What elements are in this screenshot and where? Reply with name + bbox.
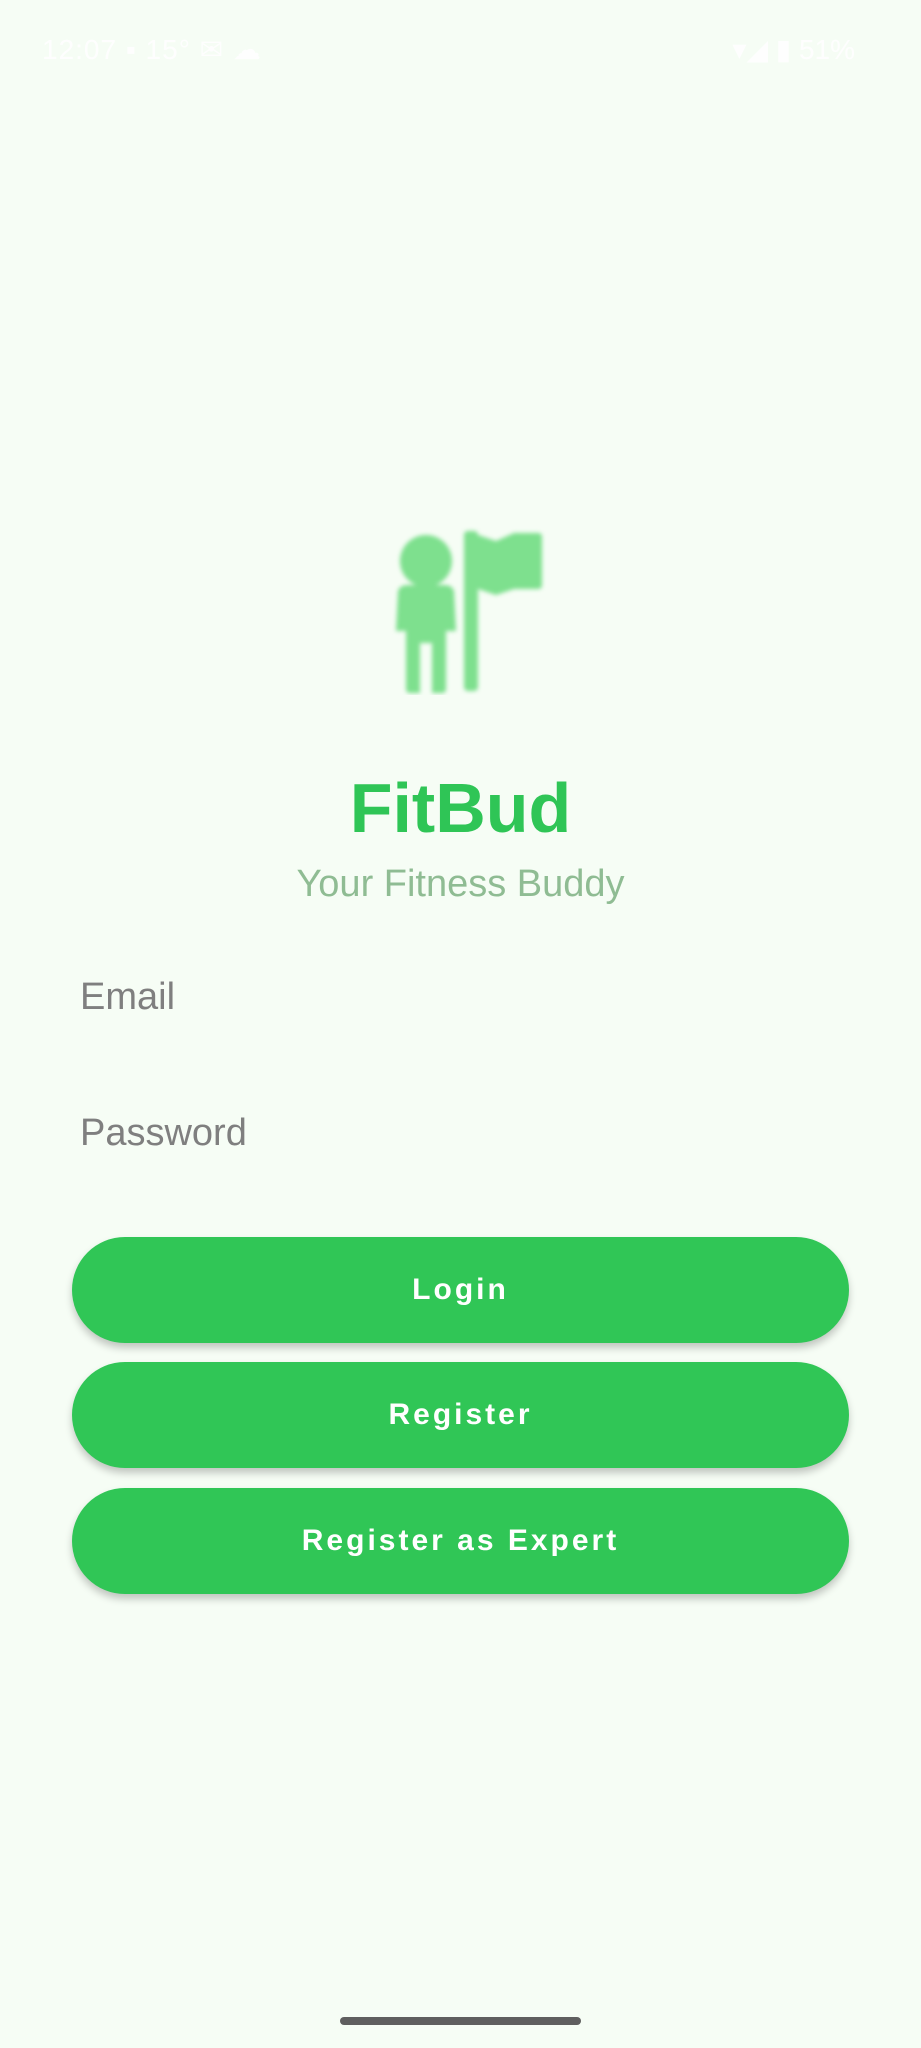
home-indicator[interactable] — [340, 2017, 581, 2025]
app-tagline: Your Fitness Buddy — [296, 863, 625, 905]
status-bar: 12:07 ▪ 15° ✉ ☁ ▾◢ ▮ 51% — [0, 0, 921, 100]
status-bar-left: 12:07 ▪ 15° ✉ ☁ — [42, 34, 262, 65]
login-button[interactable]: Login — [72, 1237, 849, 1343]
email-field[interactable] — [72, 952, 849, 1042]
register-expert-button[interactable]: Register as Expert — [72, 1488, 849, 1594]
app-logo — [378, 525, 548, 695]
person-with-flag-icon — [396, 531, 542, 693]
status-bar-right: ▾◢ ▮ 51% — [732, 34, 855, 65]
register-button[interactable]: Register — [72, 1362, 849, 1468]
app-title: FitBud — [349, 769, 572, 847]
password-field[interactable] — [72, 1088, 849, 1178]
